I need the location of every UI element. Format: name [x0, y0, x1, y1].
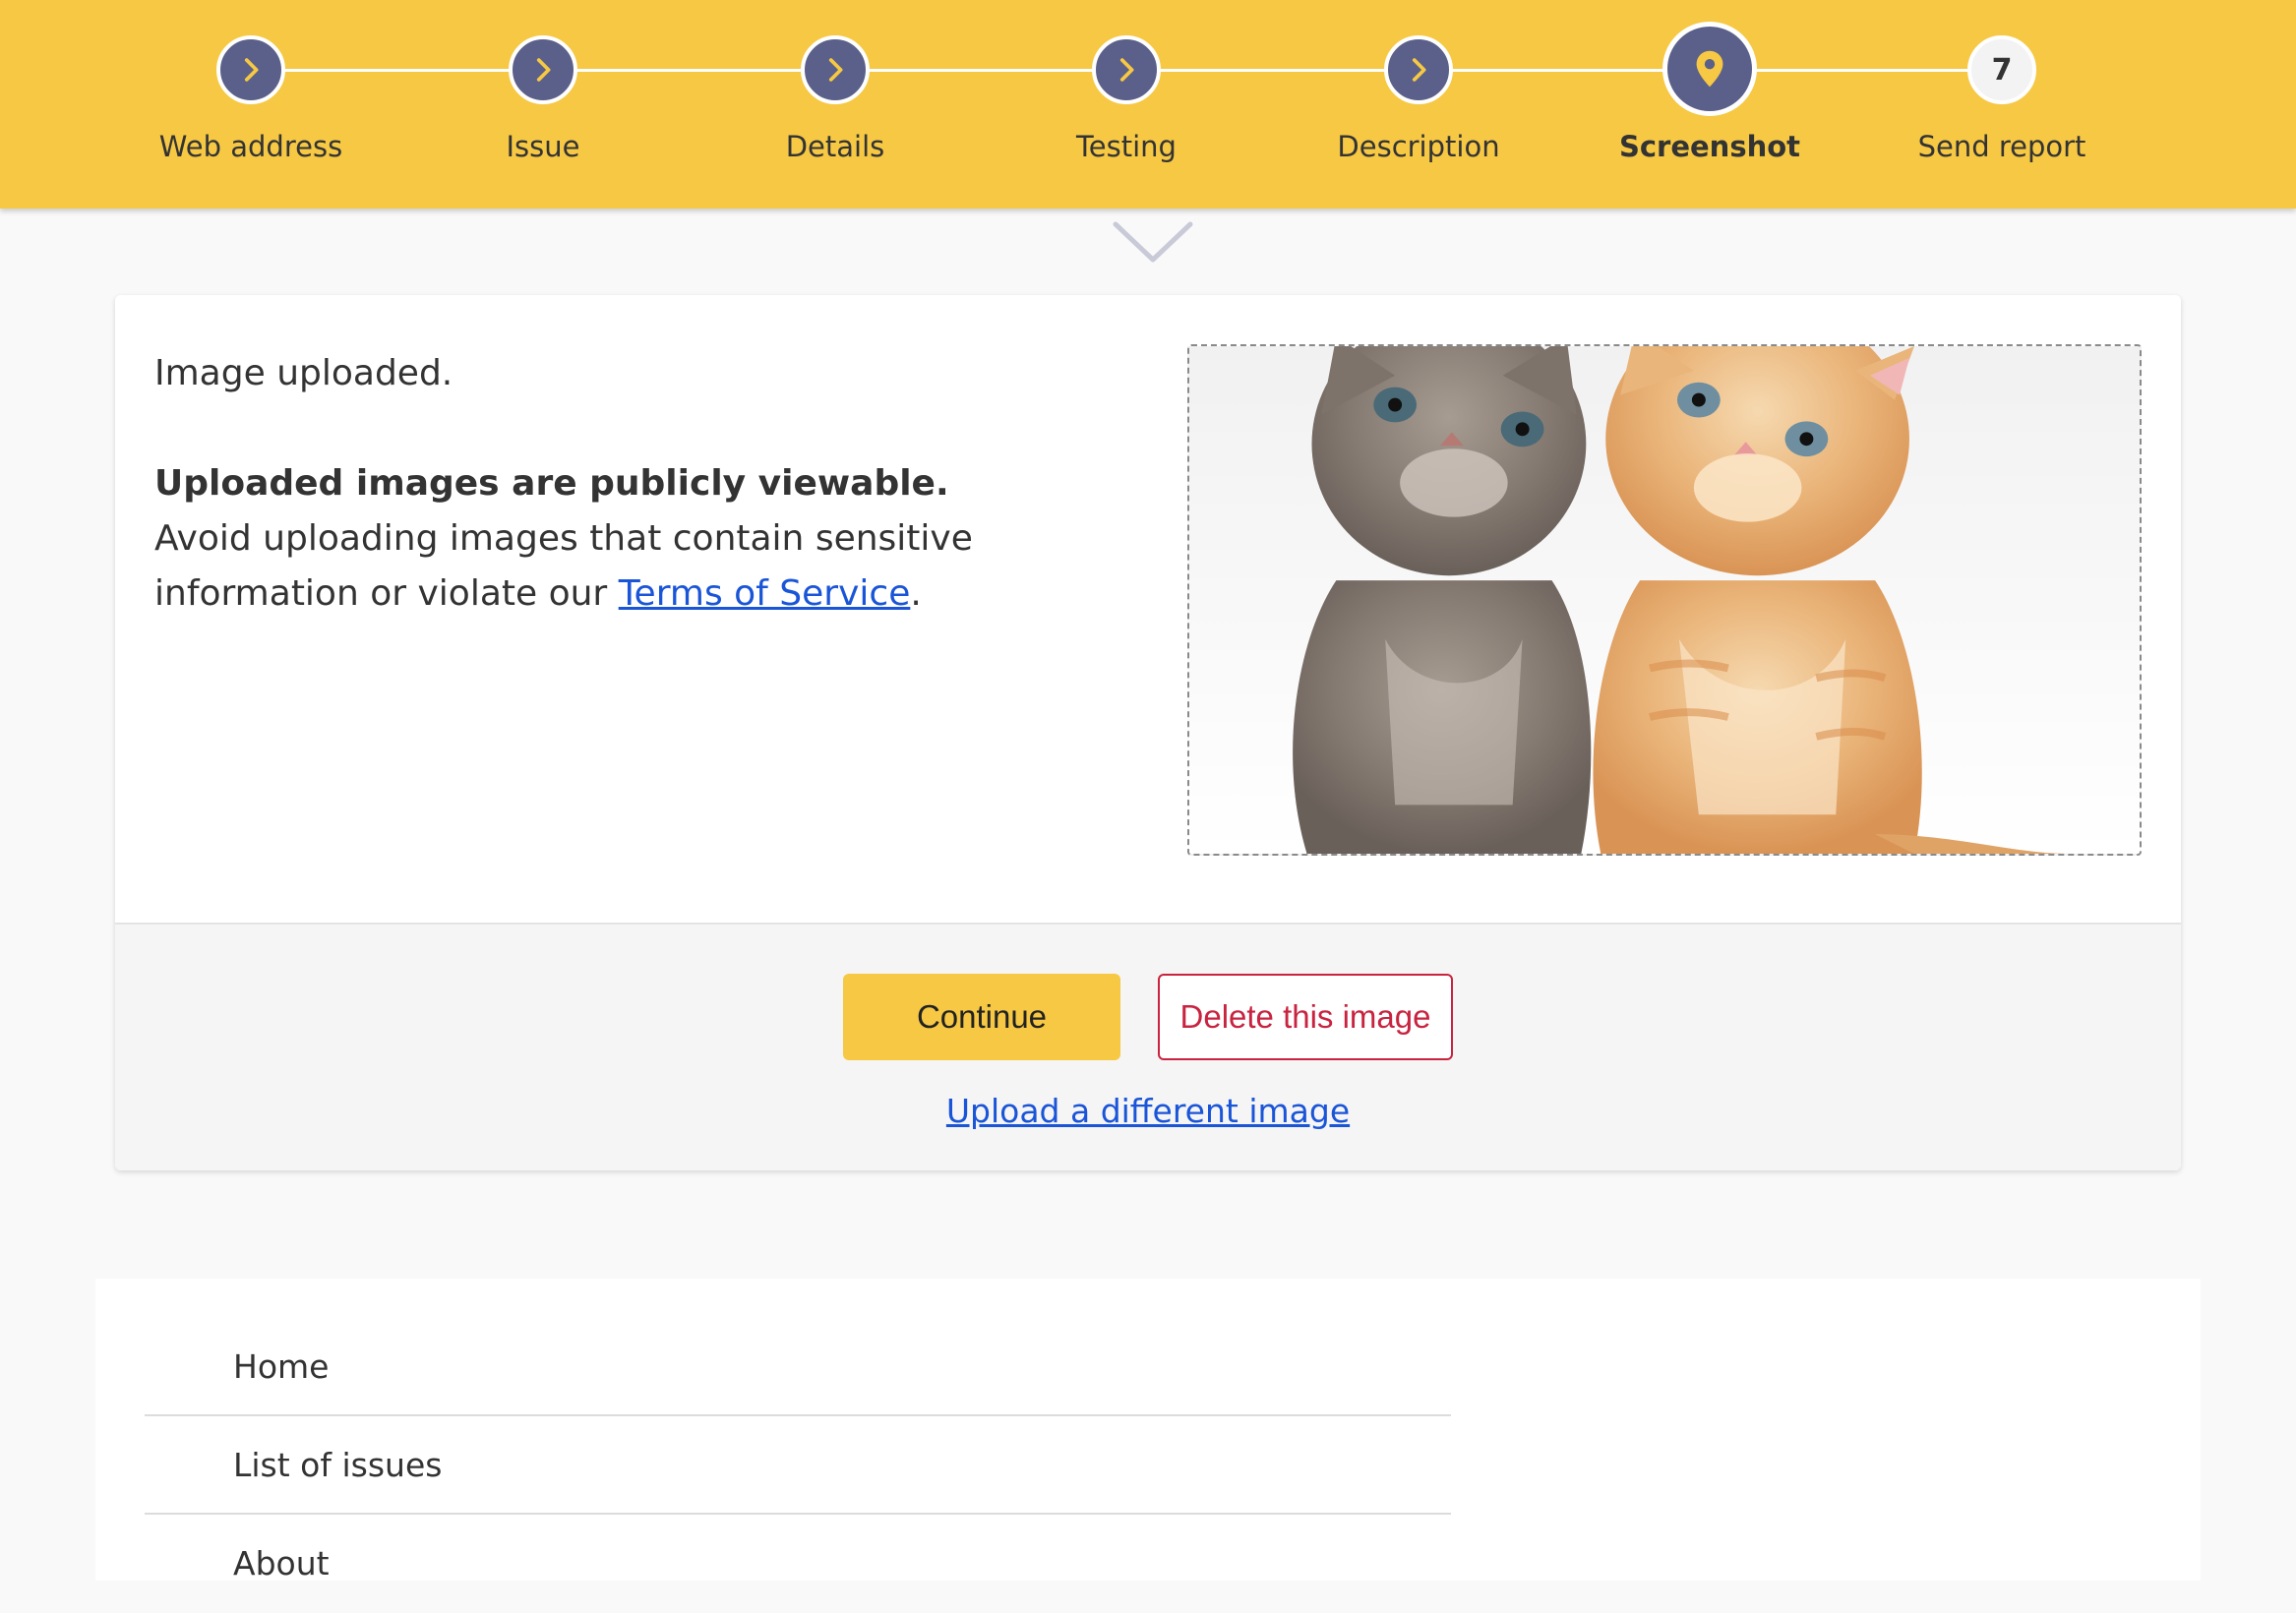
nav-item-home[interactable]: Home	[145, 1318, 1451, 1416]
step-web-address[interactable]: Web address	[103, 0, 398, 209]
delete-image-button[interactable]: Delete this image	[1158, 974, 1453, 1060]
upload-status: Image uploaded.	[154, 353, 453, 393]
chevron-down-icon	[1113, 221, 1193, 263]
chevron-right-icon	[509, 35, 577, 104]
step-testing[interactable]: Testing	[979, 0, 1274, 209]
chevron-right-icon	[1384, 35, 1453, 104]
step-label: Screenshot	[1618, 130, 1801, 163]
warning-title: Uploaded images are publicly viewable.	[154, 463, 949, 504]
step-number: 7	[1967, 35, 2036, 104]
upload-card: Image uploaded. Uploaded images are publ…	[115, 295, 2181, 1170]
nav-item-about[interactable]: About	[145, 1515, 1451, 1613]
upload-message: Image uploaded. Uploaded images are publ…	[154, 346, 1040, 622]
chevron-right-icon	[216, 35, 285, 104]
continue-button[interactable]: Continue	[843, 974, 1120, 1060]
card-actions: Continue Delete this image Upload a diff…	[115, 923, 2181, 1170]
uploaded-image-preview	[1187, 344, 2142, 856]
warning-text-end: .	[910, 573, 922, 614]
step-label: Send report	[1917, 130, 2086, 163]
upload-link-wrapper: Upload a different image	[115, 1092, 2181, 1130]
progress-stepper: Web address Issue Details Testing Descri…	[0, 0, 2296, 209]
step-label: Details	[785, 130, 885, 163]
nav-item-label: About	[233, 1544, 330, 1583]
nav-item-label: Home	[233, 1347, 330, 1386]
step-description[interactable]: Description	[1271, 0, 1566, 209]
card-body: Image uploaded. Uploaded images are publ…	[115, 295, 2181, 923]
step-details[interactable]: Details	[688, 0, 983, 209]
step-screenshot: Screenshot	[1562, 0, 1857, 209]
step-label: Issue	[506, 130, 580, 163]
terms-of-service-link[interactable]: Terms of Service	[619, 573, 911, 614]
upload-different-image-link[interactable]: Upload a different image	[946, 1092, 1350, 1130]
step-issue[interactable]: Issue	[395, 0, 691, 209]
chevron-right-icon	[1092, 35, 1161, 104]
location-pin-icon	[1662, 22, 1757, 116]
nav-item-list-of-issues[interactable]: List of issues	[145, 1416, 1451, 1515]
step-label: Web address	[158, 130, 343, 163]
step-send-report: 7 Send report	[1854, 0, 2149, 209]
kittens-image	[1293, 346, 2072, 854]
nav-item-label: List of issues	[233, 1446, 443, 1484]
footer-nav: Home List of issues About	[95, 1279, 2201, 1583]
chevron-right-icon	[801, 35, 870, 104]
step-label: Description	[1337, 130, 1500, 163]
step-label: Testing	[1076, 130, 1177, 163]
